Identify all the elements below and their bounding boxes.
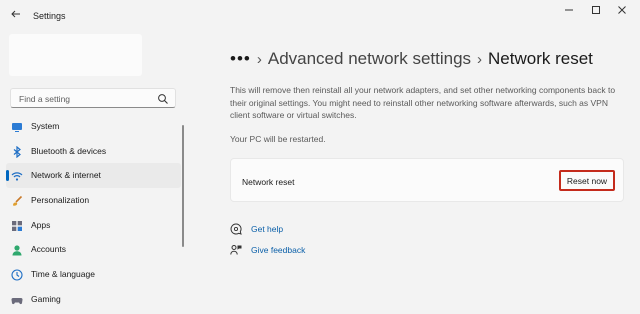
chevron-right-icon: › — [256, 51, 262, 68]
search-icon — [157, 92, 169, 104]
gamepad-icon — [11, 293, 23, 305]
search-input[interactable]: Find a setting — [10, 88, 176, 108]
sidebar-item-label: Gaming — [31, 293, 61, 304]
brush-icon — [11, 194, 23, 206]
breadcrumb-overflow-button[interactable]: ••• — [230, 49, 251, 68]
sidebar-item-apps[interactable]: Apps — [6, 213, 181, 238]
sidebar-item-label: Accounts — [31, 244, 66, 255]
sidebar-item-personalization[interactable]: Personalization — [6, 188, 181, 213]
wifi-icon — [11, 169, 23, 181]
globe-clock-icon — [11, 268, 23, 281]
maximize-icon[interactable] — [586, 5, 606, 19]
network-reset-label: Network reset — [242, 177, 295, 187]
bluetooth-icon — [11, 145, 23, 158]
help-chat-icon — [230, 223, 242, 235]
breadcrumb: ••• › Advanced network settings › Network re… — [230, 49, 593, 69]
reset-description: This will remove then reinstall all your… — [230, 85, 616, 120]
sidebar-item-system[interactable]: System — [6, 114, 181, 139]
sidebar-item-label: System — [31, 121, 60, 131]
apps-icon — [11, 219, 23, 231]
sidebar-item-time-language[interactable]: Time & language — [6, 262, 181, 287]
close-icon[interactable] — [612, 5, 632, 19]
monitor-icon — [11, 120, 23, 132]
get-help-label: Get help — [251, 224, 284, 234]
minimize-icon[interactable] — [559, 5, 579, 19]
sidebar-item-network[interactable]: Network & internet — [6, 163, 181, 189]
sidebar-nav: System Bluetooth & devices Network & int… — [6, 114, 181, 312]
user-profile-card[interactable] — [9, 34, 142, 76]
restart-note: Your PC will be restarted. — [230, 134, 326, 144]
title-bar: Settings — [0, 0, 640, 30]
sidebar-item-accounts[interactable]: Accounts — [6, 237, 181, 262]
page-title: Network reset — [488, 49, 593, 68]
sidebar-item-label: Personalization — [31, 195, 90, 206]
sidebar-item-label: Apps — [31, 219, 51, 230]
feedback-icon — [230, 244, 242, 256]
person-icon — [11, 243, 23, 256]
sidebar-item-label: Bluetooth & devices — [31, 145, 107, 156]
chevron-right-icon: › — [477, 51, 483, 68]
reset-now-button[interactable]: Reset now — [559, 170, 615, 191]
sidebar-scrollbar[interactable] — [182, 125, 184, 247]
sidebar-item-gaming[interactable]: Gaming — [6, 287, 181, 312]
search-placeholder: Find a setting — [19, 94, 71, 104]
sidebar-item-bluetooth[interactable]: Bluetooth & devices — [6, 139, 181, 164]
back-arrow-icon[interactable] — [8, 8, 24, 24]
give-feedback-label: Give feedback — [251, 245, 306, 255]
sidebar-item-label: Time & language — [31, 269, 95, 280]
breadcrumb-parent-link[interactable]: Advanced network settings — [268, 49, 471, 68]
network-reset-card: Network reset Reset now — [230, 158, 624, 202]
app-title: Settings — [33, 11, 66, 21]
sidebar-item-label: Network & internet — [31, 170, 101, 181]
